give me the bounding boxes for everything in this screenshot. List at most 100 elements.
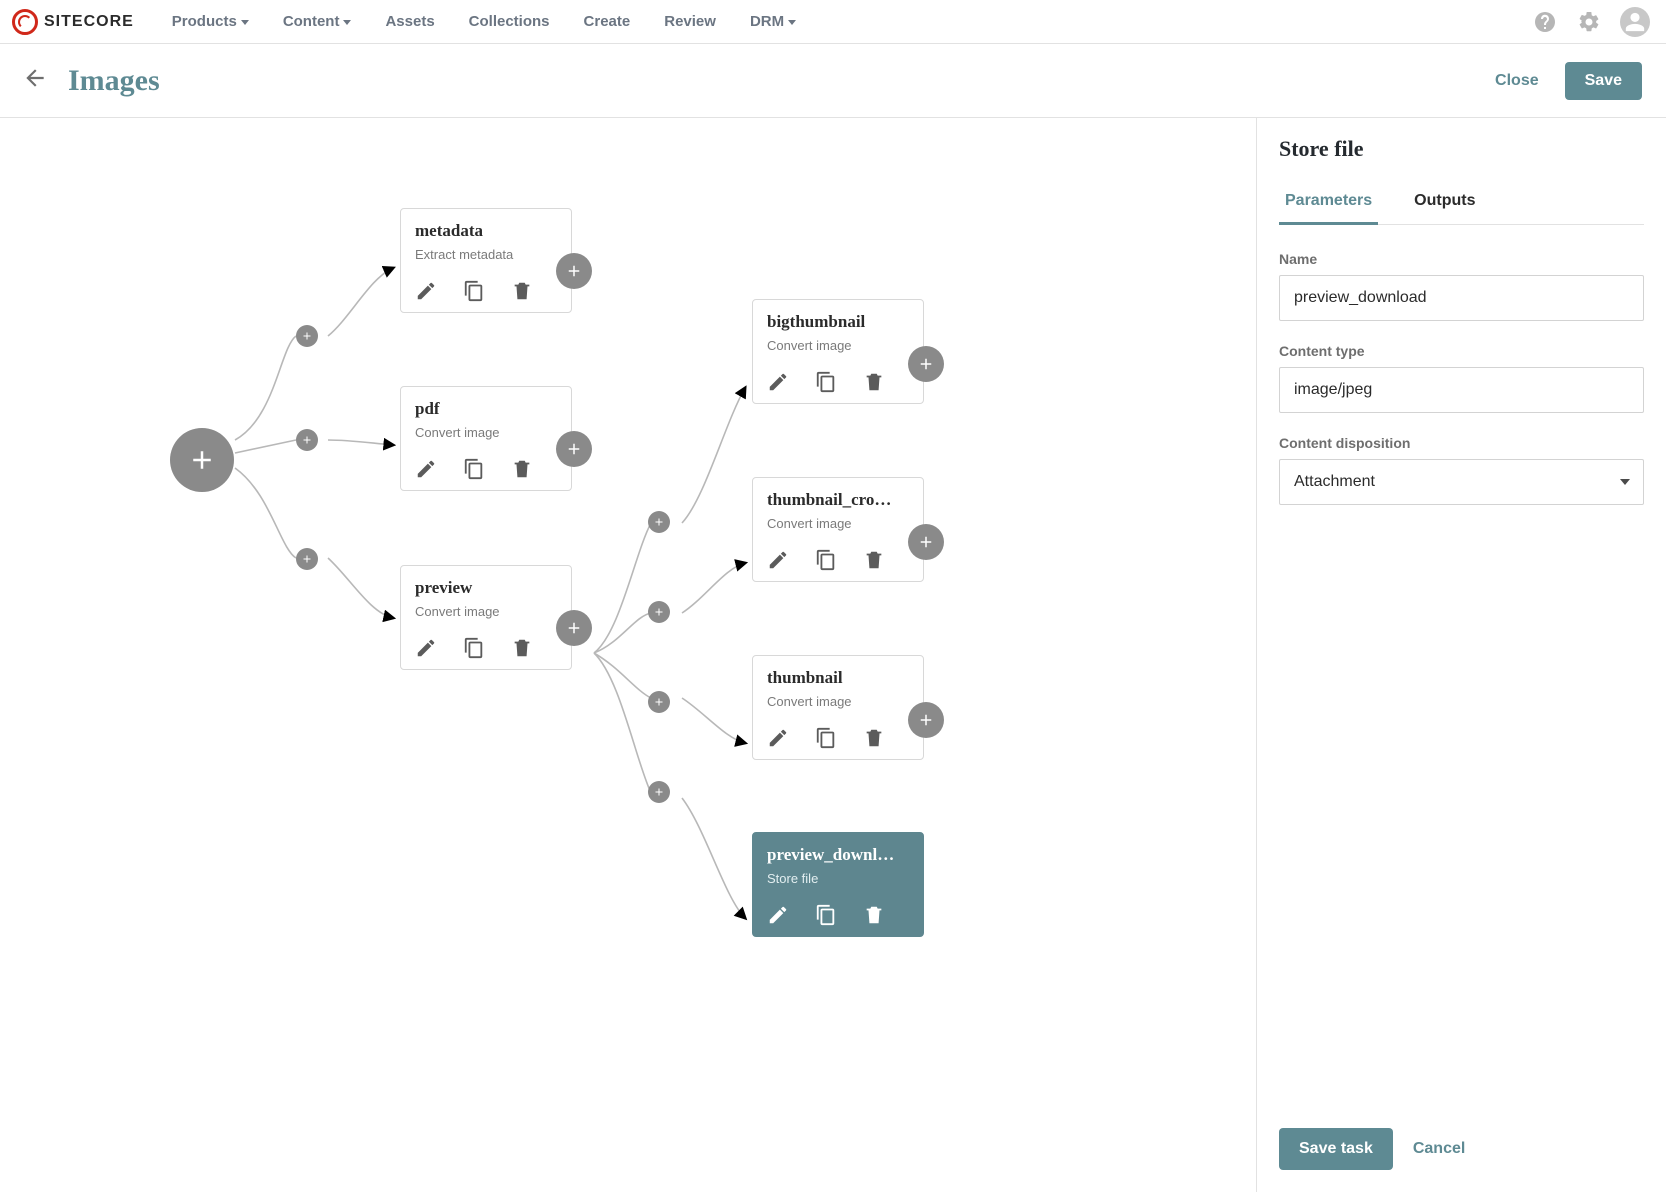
help-icon[interactable] bbox=[1532, 9, 1558, 35]
node-title: metadata bbox=[415, 221, 557, 241]
add-after-thumbnail[interactable] bbox=[908, 702, 944, 738]
add-branch-bigthumbnail[interactable] bbox=[648, 511, 670, 533]
node-title: thumbnail bbox=[767, 668, 909, 688]
plus-icon bbox=[917, 711, 935, 729]
nav-label: Create bbox=[584, 13, 631, 30]
brand-logo[interactable]: SITECORE bbox=[12, 9, 134, 35]
copy-icon[interactable] bbox=[815, 904, 837, 926]
node-subtitle: Convert image bbox=[415, 425, 557, 440]
node-subtitle: Store file bbox=[767, 871, 909, 886]
brand-text: SITECORE bbox=[44, 13, 134, 31]
node-preview[interactable]: preview Convert image bbox=[400, 565, 572, 670]
name-input[interactable] bbox=[1279, 275, 1644, 321]
add-branch-thumbnail[interactable] bbox=[648, 691, 670, 713]
edit-icon[interactable] bbox=[767, 727, 789, 749]
plus-icon bbox=[301, 330, 313, 342]
cancel-button[interactable]: Cancel bbox=[1413, 1140, 1465, 1158]
add-branch-preview-download[interactable] bbox=[648, 781, 670, 803]
edit-icon[interactable] bbox=[415, 458, 437, 480]
add-branch-thumbnail-cro[interactable] bbox=[648, 601, 670, 623]
node-title: thumbnail_cro… bbox=[767, 490, 909, 510]
settings-gear-icon[interactable] bbox=[1576, 9, 1602, 35]
save-button[interactable]: Save bbox=[1565, 62, 1642, 100]
workflow-canvas[interactable]: metadata Extract metadata pdf Convert im… bbox=[0, 118, 1256, 1192]
top-nav: SITECORE Products Content Assets Collect… bbox=[0, 0, 1666, 44]
edit-icon[interactable] bbox=[415, 637, 437, 659]
side-panel: Store file Parameters Outputs Name Conte… bbox=[1256, 118, 1666, 1192]
edit-icon[interactable] bbox=[767, 904, 789, 926]
edit-icon[interactable] bbox=[415, 280, 437, 302]
add-after-metadata[interactable] bbox=[556, 253, 592, 289]
copy-icon[interactable] bbox=[463, 458, 485, 480]
add-branch-pdf[interactable] bbox=[296, 429, 318, 451]
node-subtitle: Convert image bbox=[767, 516, 909, 531]
user-avatar[interactable] bbox=[1620, 7, 1650, 37]
chevron-down-icon bbox=[241, 20, 249, 25]
plus-icon bbox=[917, 533, 935, 551]
title-bar: Images Close Save bbox=[0, 44, 1666, 118]
plus-icon bbox=[565, 440, 583, 458]
nav-label: DRM bbox=[750, 13, 784, 30]
nav-item-create[interactable]: Create bbox=[584, 13, 631, 30]
add-after-bigthumbnail[interactable] bbox=[908, 346, 944, 382]
copy-icon[interactable] bbox=[463, 280, 485, 302]
trash-icon[interactable] bbox=[863, 371, 885, 393]
add-after-pdf[interactable] bbox=[556, 431, 592, 467]
sitecore-logo-icon bbox=[12, 9, 38, 35]
trash-icon[interactable] bbox=[511, 637, 533, 659]
nav-item-content[interactable]: Content bbox=[283, 13, 352, 30]
nav-label: Products bbox=[172, 13, 237, 30]
nav-label: Assets bbox=[385, 13, 434, 30]
copy-icon[interactable] bbox=[815, 727, 837, 749]
node-subtitle: Convert image bbox=[415, 604, 557, 619]
tab-outputs[interactable]: Outputs bbox=[1408, 184, 1481, 224]
node-bigthumbnail[interactable]: bigthumbnail Convert image bbox=[752, 299, 924, 404]
trash-icon[interactable] bbox=[511, 458, 533, 480]
plus-icon bbox=[565, 262, 583, 280]
root-add-node[interactable] bbox=[170, 428, 234, 492]
copy-icon[interactable] bbox=[463, 637, 485, 659]
content-type-input[interactable] bbox=[1279, 367, 1644, 413]
add-branch-preview[interactable] bbox=[296, 548, 318, 570]
nav-item-collections[interactable]: Collections bbox=[469, 13, 550, 30]
tab-parameters[interactable]: Parameters bbox=[1279, 184, 1378, 225]
nav-item-products[interactable]: Products bbox=[172, 13, 249, 30]
plus-icon bbox=[653, 606, 665, 618]
node-subtitle: Convert image bbox=[767, 694, 909, 709]
nav-item-assets[interactable]: Assets bbox=[385, 13, 434, 30]
edit-icon[interactable] bbox=[767, 371, 789, 393]
nav-item-drm[interactable]: DRM bbox=[750, 13, 796, 30]
copy-icon[interactable] bbox=[815, 549, 837, 571]
node-thumbnail-cro[interactable]: thumbnail_cro… Convert image bbox=[752, 477, 924, 582]
trash-icon[interactable] bbox=[511, 280, 533, 302]
add-after-thumbnail-cro[interactable] bbox=[908, 524, 944, 560]
add-after-preview[interactable] bbox=[556, 610, 592, 646]
trash-icon[interactable] bbox=[863, 727, 885, 749]
copy-icon[interactable] bbox=[815, 371, 837, 393]
name-label: Name bbox=[1279, 251, 1644, 267]
plus-icon bbox=[565, 619, 583, 637]
chevron-down-icon bbox=[343, 20, 351, 25]
side-heading: Store file bbox=[1279, 136, 1644, 162]
plus-icon bbox=[653, 786, 665, 798]
content-disposition-label: Content disposition bbox=[1279, 435, 1644, 451]
nav-label: Review bbox=[664, 13, 716, 30]
trash-icon[interactable] bbox=[863, 904, 885, 926]
side-footer: Save task Cancel bbox=[1279, 1110, 1644, 1192]
save-task-button[interactable]: Save task bbox=[1279, 1128, 1393, 1170]
back-button[interactable] bbox=[22, 65, 48, 96]
close-button[interactable]: Close bbox=[1477, 62, 1557, 100]
node-pdf[interactable]: pdf Convert image bbox=[400, 386, 572, 491]
content-disposition-value[interactable] bbox=[1279, 459, 1644, 505]
nav-item-review[interactable]: Review bbox=[664, 13, 716, 30]
add-branch-metadata[interactable] bbox=[296, 325, 318, 347]
node-preview-download[interactable]: preview_downl… Store file bbox=[752, 832, 924, 937]
node-subtitle: Extract metadata bbox=[415, 247, 557, 262]
node-metadata[interactable]: metadata Extract metadata bbox=[400, 208, 572, 313]
content-disposition-select[interactable] bbox=[1279, 459, 1644, 505]
chevron-down-icon bbox=[788, 20, 796, 25]
side-tabs: Parameters Outputs bbox=[1279, 184, 1644, 225]
node-thumbnail[interactable]: thumbnail Convert image bbox=[752, 655, 924, 760]
trash-icon[interactable] bbox=[863, 549, 885, 571]
edit-icon[interactable] bbox=[767, 549, 789, 571]
